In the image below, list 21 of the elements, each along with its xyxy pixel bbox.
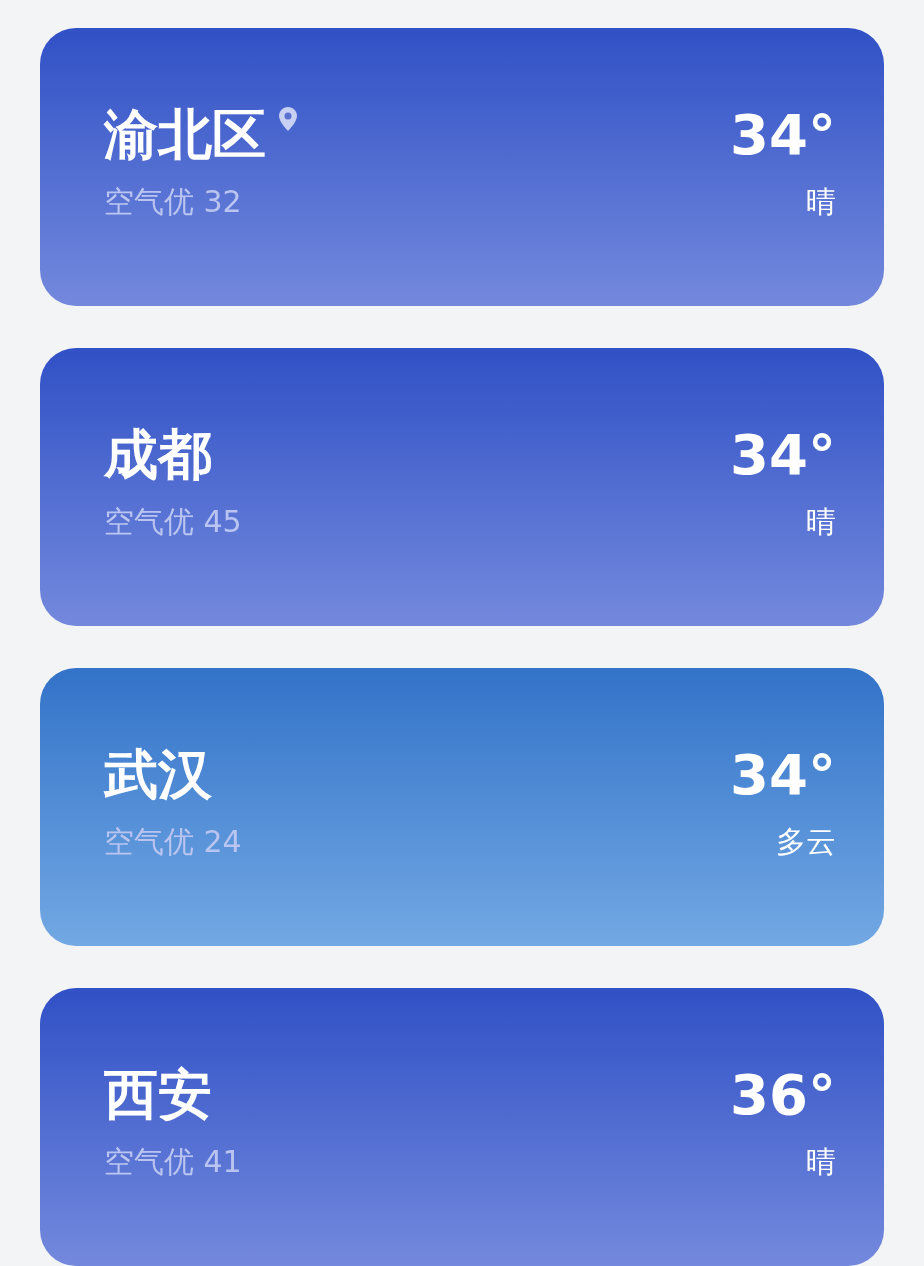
city-name: 武汉 [104,742,212,808]
air-quality-text: 空气优 32 [104,183,243,221]
weather-condition-text: 晴 [806,183,836,221]
weather-condition-text: 多云 [776,823,836,861]
city-weather-card[interactable]: 成都 空气优 45 34° 晴 [40,348,884,626]
city-name: 西安 [104,1062,212,1128]
city-weather-card[interactable]: 武汉 空气优 24 34° 多云 [40,668,884,946]
temperature-text: 34° [730,742,836,808]
weather-condition-text: 晴 [806,503,836,541]
city-name: 渝北区 [104,102,266,168]
temperature-text: 36° [730,1062,836,1128]
air-quality-text: 空气优 41 [104,1143,242,1181]
city-weather-card[interactable]: 西安 空气优 41 36° 晴 [40,988,884,1266]
air-quality-text: 空气优 24 [104,823,242,861]
temperature-text: 34° [730,102,836,168]
city-weather-card[interactable]: 渝北区 空气优 32 34° 晴 [40,28,884,306]
location-pin-icon [278,106,298,132]
temperature-text: 34° [730,422,836,488]
air-quality-text: 空气优 45 [104,503,242,541]
city-name: 成都 [104,422,212,488]
weather-condition-text: 晴 [806,1143,836,1181]
